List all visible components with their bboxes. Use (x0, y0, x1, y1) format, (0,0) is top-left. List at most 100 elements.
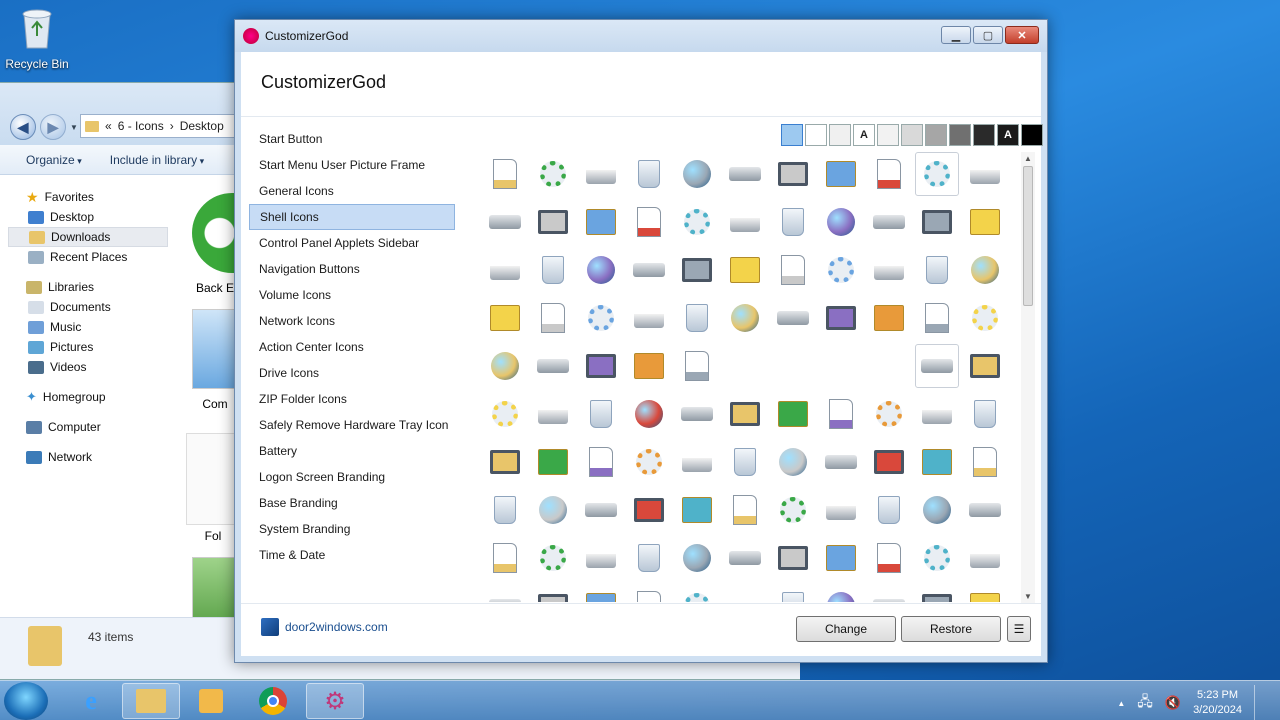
shell-doc-icon[interactable] (483, 536, 527, 580)
menu-item-system-branding[interactable]: System Branding (249, 516, 455, 542)
shell-monitor-icon[interactable] (819, 296, 863, 340)
shell-gear-icon[interactable] (819, 248, 863, 292)
sidebar-item-videos[interactable]: Videos (8, 357, 168, 377)
swatch-2[interactable] (805, 124, 827, 146)
file-item-com[interactable]: Com (192, 309, 238, 411)
change-button[interactable]: Change (796, 616, 896, 642)
sidebar-item-pictures[interactable]: Pictures (8, 337, 168, 357)
shell-printer-icon[interactable] (915, 392, 959, 436)
shell-gear-icon[interactable] (675, 584, 719, 602)
taskbar-chrome[interactable] (244, 683, 302, 719)
menu-item-safely-remove-hardware-tray-icon[interactable]: Safely Remove Hardware Tray Icon (249, 412, 455, 438)
shell-folder-icon[interactable] (483, 296, 527, 340)
shell-gear-icon[interactable] (531, 152, 575, 196)
clock[interactable]: 5:23 PM 3/20/2024 (1193, 688, 1242, 718)
swatch-3[interactable] (829, 124, 851, 146)
shell-bin-icon[interactable] (627, 152, 671, 196)
shell-gear-icon[interactable] (627, 440, 671, 484)
history-dropdown-icon[interactable]: ▼ (70, 123, 78, 132)
shell-folder-icon[interactable] (579, 584, 623, 602)
swatch-7[interactable] (925, 124, 947, 146)
shell-monitor-icon[interactable] (723, 392, 767, 436)
shell-printer-icon[interactable] (675, 440, 719, 484)
shell-printer-icon[interactable] (579, 536, 623, 580)
shell-gear-icon[interactable] (483, 392, 527, 436)
shell-gear-icon[interactable] (867, 392, 911, 436)
swatch-8[interactable] (949, 124, 971, 146)
shell-disk-icon[interactable] (867, 584, 911, 602)
swatch-1[interactable] (781, 124, 803, 146)
shell-monitor-icon[interactable] (483, 440, 527, 484)
shell-gear-icon[interactable] (915, 536, 959, 580)
recycle-bin-desktop-icon[interactable]: Recycle Bin (4, 6, 70, 71)
shell-disk-icon[interactable] (867, 200, 911, 244)
restore-button[interactable]: Restore (901, 616, 1001, 642)
shell-doc-icon[interactable] (867, 536, 911, 580)
shell-printer-icon[interactable] (867, 248, 911, 292)
shell-monitor-icon[interactable] (675, 248, 719, 292)
shell-folder-icon[interactable] (915, 440, 959, 484)
breadcrumb-6-icons[interactable]: 6 - Icons (118, 119, 164, 133)
icon-grid-scrollbar[interactable]: ▲ ▼ (1021, 152, 1035, 604)
taskbar-media-player[interactable] (182, 683, 240, 719)
file-item-fol[interactable]: Fol (186, 433, 240, 543)
shell-printer-icon[interactable] (723, 200, 767, 244)
sidebar-item-documents[interactable]: Documents (8, 297, 168, 317)
shell-folder-icon[interactable] (819, 152, 863, 196)
shell-disk-icon[interactable] (771, 296, 815, 340)
breadcrumb-overflow[interactable]: « (105, 119, 112, 133)
shell-gear-icon[interactable] (771, 488, 815, 532)
shell-bin-icon[interactable] (531, 248, 575, 292)
shell-doc-icon[interactable] (675, 344, 719, 388)
shell-doc-icon[interactable] (531, 296, 575, 340)
swatch-5[interactable] (877, 124, 899, 146)
shell-monitor-icon[interactable] (915, 584, 959, 602)
sidebar-item-recent-places[interactable]: Recent Places (8, 247, 168, 267)
shell-globe-icon[interactable] (675, 536, 719, 580)
shell-bin-icon[interactable] (723, 440, 767, 484)
shell-doc-icon[interactable] (867, 152, 911, 196)
shell-folder-icon[interactable] (771, 392, 815, 436)
shell-globe-icon[interactable] (771, 440, 815, 484)
sidebar-network[interactable]: Network (8, 447, 168, 467)
shell-folder-icon[interactable] (627, 344, 671, 388)
shell-disk-icon[interactable] (675, 392, 719, 436)
shell-folder-icon[interactable] (963, 584, 1007, 602)
show-hidden-icons-button[interactable]: ▲ (1117, 699, 1125, 708)
shell-globe-icon[interactable] (915, 488, 959, 532)
swatch-9[interactable] (973, 124, 995, 146)
sidebar-item-downloads[interactable]: Downloads (8, 227, 168, 247)
menu-item-battery[interactable]: Battery (249, 438, 455, 464)
menu-item-base-branding[interactable]: Base Branding (249, 490, 455, 516)
shell-gear-icon[interactable] (675, 200, 719, 244)
shell-globe-icon[interactable] (579, 248, 623, 292)
shell-globe-icon[interactable] (819, 584, 863, 602)
shell-disk-icon[interactable] (723, 536, 767, 580)
swatch-11[interactable] (1021, 124, 1043, 146)
shell-doc-icon[interactable] (819, 392, 863, 436)
shell-monitor-icon[interactable] (867, 440, 911, 484)
shell-disk-icon[interactable] (483, 200, 527, 244)
shell-disk-icon[interactable] (963, 488, 1007, 532)
shell-printer-icon[interactable] (483, 248, 527, 292)
close-button[interactable]: ✕ (1005, 26, 1039, 44)
back-button[interactable]: ◀ (10, 114, 36, 140)
menu-item-start-menu-user-picture-frame[interactable]: Start Menu User Picture Frame (249, 152, 455, 178)
shell-disk-icon[interactable] (483, 584, 527, 602)
shell-globe-icon[interactable] (483, 344, 527, 388)
shell-monitor-icon[interactable] (531, 200, 575, 244)
shell-disk-icon[interactable] (627, 248, 671, 292)
shell-doc-icon[interactable] (579, 440, 623, 484)
scroll-down-icon[interactable]: ▼ (1021, 590, 1035, 604)
shell-bin-icon[interactable] (771, 200, 815, 244)
taskbar-customizergod[interactable]: ⚙ (306, 683, 364, 719)
shell-printer-icon[interactable] (819, 488, 863, 532)
show-desktop-button[interactable] (1254, 685, 1264, 720)
menu-item-time-date[interactable]: Time & Date (249, 542, 455, 568)
menu-item-navigation-buttons[interactable]: Navigation Buttons (249, 256, 455, 282)
menu-item-general-icons[interactable]: General Icons (249, 178, 455, 204)
forward-button[interactable]: ▶ (40, 114, 66, 140)
swatch-4[interactable]: A (853, 124, 875, 146)
menu-item-action-center-icons[interactable]: Action Center Icons (249, 334, 455, 360)
sidebar-favorites[interactable]: ★ Favorites (8, 187, 168, 207)
